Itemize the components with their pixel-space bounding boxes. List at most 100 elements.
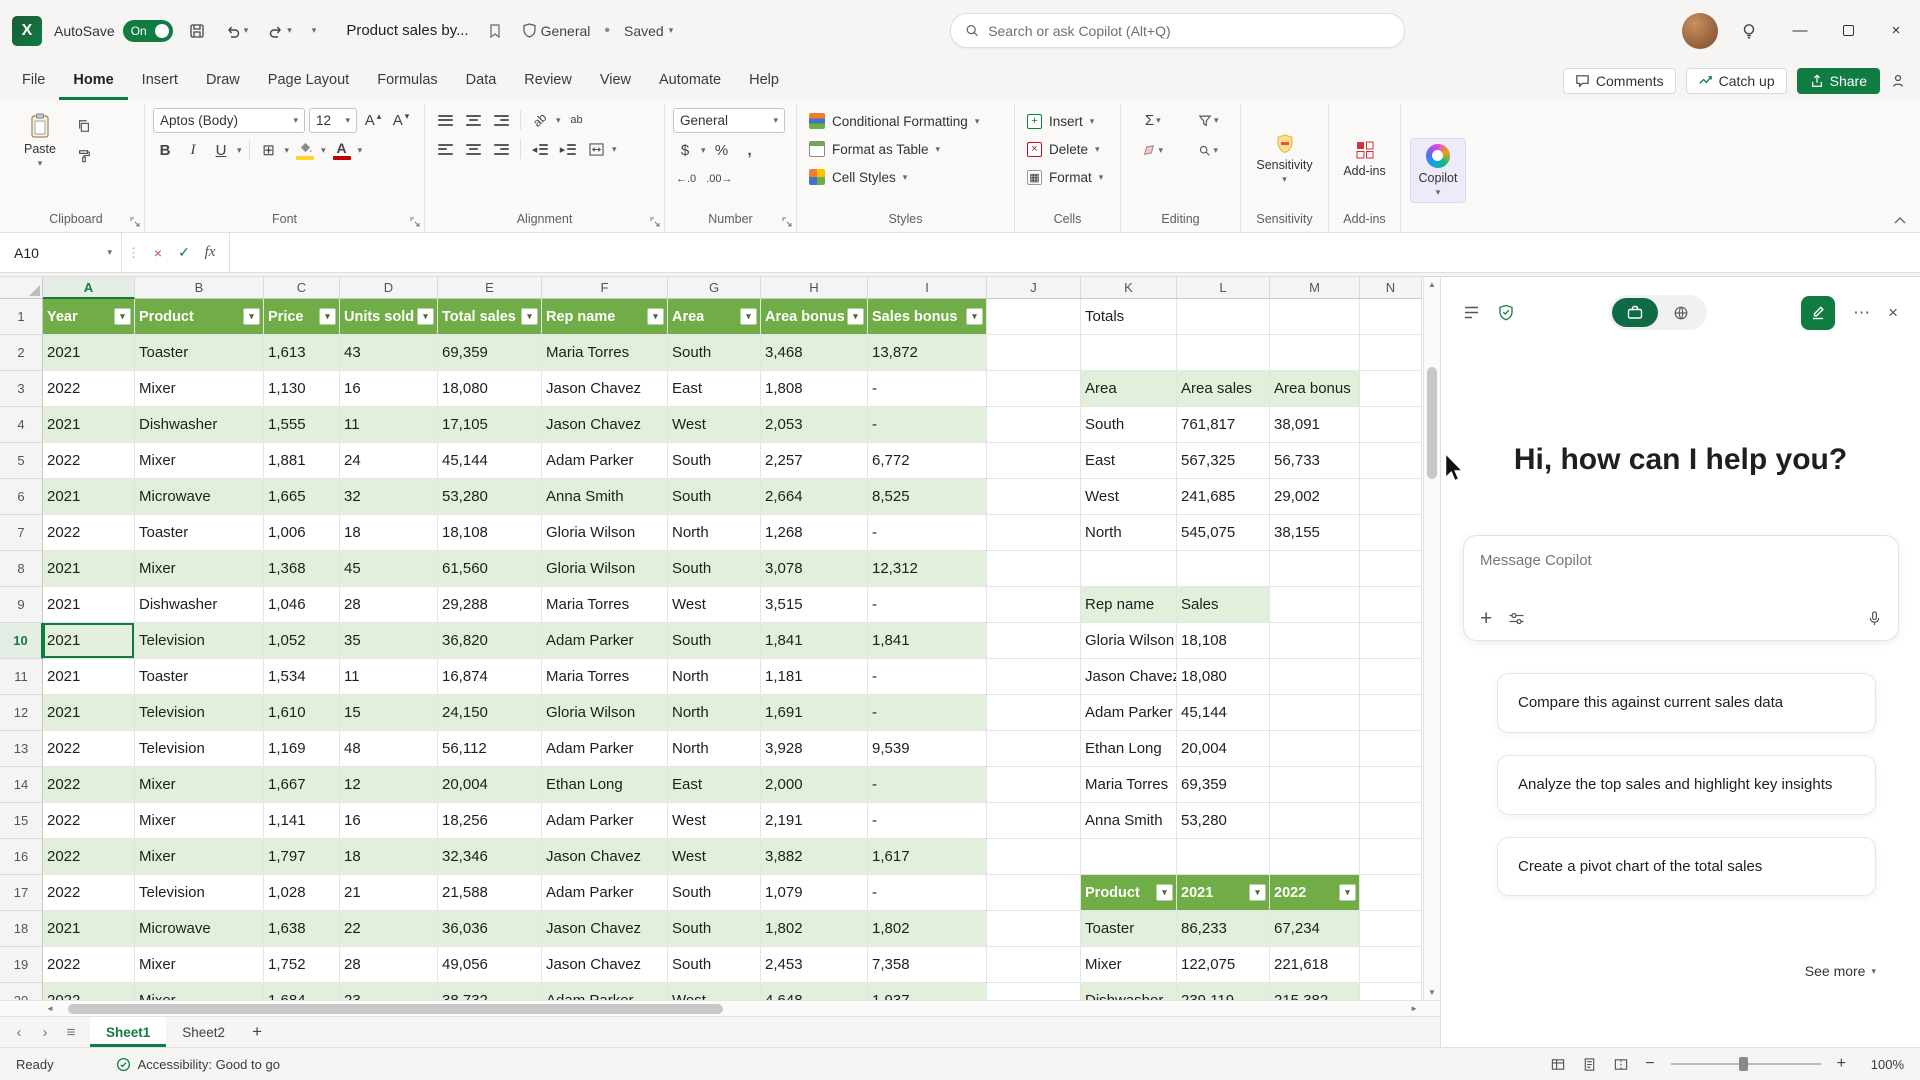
underline-button[interactable]: U — [209, 138, 233, 162]
horizontal-scrollbar-thumb[interactable] — [68, 1004, 723, 1014]
cell-M14[interactable] — [1270, 767, 1360, 803]
cell-D12[interactable]: 15 — [340, 695, 438, 731]
cell-H9[interactable]: 3,515 — [761, 587, 868, 623]
cell-F14[interactable]: Ethan Long — [542, 767, 668, 803]
cell-J8[interactable] — [987, 551, 1081, 587]
cell-D17[interactable]: 21 — [340, 875, 438, 911]
cell-L16[interactable] — [1177, 839, 1270, 875]
see-more-button[interactable]: See more▾ — [1805, 963, 1876, 979]
cell-C12[interactable]: 1,610 — [264, 695, 340, 731]
accounting-format-button[interactable]: $ — [673, 138, 697, 162]
filter-button-H1[interactable]: ▾ — [847, 308, 864, 325]
cell-N11[interactable] — [1360, 659, 1422, 695]
cell-L19[interactable]: 122,075 — [1177, 947, 1270, 983]
cell-B13[interactable]: Television — [135, 731, 264, 767]
ribbon-tab-insert[interactable]: Insert — [128, 61, 192, 100]
cell-L14[interactable]: 69,359 — [1177, 767, 1270, 803]
work-mode-button[interactable] — [1612, 298, 1658, 327]
cell-I20[interactable]: 1,937 — [868, 983, 987, 1000]
cell-G3[interactable]: East — [668, 371, 761, 407]
ribbon-tab-home[interactable]: Home — [59, 61, 127, 100]
cell-H3[interactable]: 1,808 — [761, 371, 868, 407]
column-header-I[interactable]: I — [868, 277, 987, 299]
cell-N12[interactable] — [1360, 695, 1422, 731]
comma-style-button[interactable]: , — [738, 138, 762, 162]
cell-M10[interactable] — [1270, 623, 1360, 659]
cell-G8[interactable]: South — [668, 551, 761, 587]
cell-B4[interactable]: Dishwasher — [135, 407, 264, 443]
cell-K10[interactable]: Gloria Wilson — [1081, 623, 1177, 659]
sheet-nav-right-icon[interactable]: › — [32, 1017, 58, 1047]
row-header-3[interactable]: 3 — [0, 371, 43, 407]
cell-E10[interactable]: 36,820 — [438, 623, 542, 659]
row-header-9[interactable]: 9 — [0, 587, 43, 623]
collapse-ribbon-button[interactable] — [1894, 216, 1906, 224]
font-color-button[interactable]: A — [330, 138, 354, 162]
filter-button-K17[interactable]: ▾ — [1156, 884, 1173, 901]
column-header-M[interactable]: M — [1270, 277, 1360, 299]
cell-J7[interactable] — [987, 515, 1081, 551]
cell-L5[interactable]: 567,325 — [1177, 443, 1270, 479]
cell-F6[interactable]: Anna Smith — [542, 479, 668, 515]
cell-E20[interactable]: 38,732 — [438, 983, 542, 1000]
cell-E14[interactable]: 20,004 — [438, 767, 542, 803]
cell-A20[interactable]: 2022 — [43, 983, 135, 1000]
cell-D16[interactable]: 18 — [340, 839, 438, 875]
cell-D7[interactable]: 18 — [340, 515, 438, 551]
cell-styles-button[interactable]: Cell Styles▾ — [805, 164, 1006, 190]
cell-M12[interactable] — [1270, 695, 1360, 731]
cell-K6[interactable]: West — [1081, 479, 1177, 515]
cell-M18[interactable]: 67,234 — [1270, 911, 1360, 947]
cell-N1[interactable] — [1360, 299, 1422, 335]
column-header-C[interactable]: C — [264, 277, 340, 299]
ribbon-tab-review[interactable]: Review — [510, 61, 586, 100]
cell-B17[interactable]: Television — [135, 875, 264, 911]
cell-F3[interactable]: Jason Chavez — [542, 371, 668, 407]
cell-E13[interactable]: 56,112 — [438, 731, 542, 767]
cell-M5[interactable]: 56,733 — [1270, 443, 1360, 479]
cell-L6[interactable]: 241,685 — [1177, 479, 1270, 515]
copy-button[interactable] — [72, 114, 96, 138]
cell-E6[interactable]: 53,280 — [438, 479, 542, 515]
cell-J6[interactable] — [987, 479, 1081, 515]
cell-L4[interactable]: 761,817 — [1177, 407, 1270, 443]
cell-I4[interactable]: - — [868, 407, 987, 443]
column-header-L[interactable]: L — [1177, 277, 1270, 299]
cell-N8[interactable] — [1360, 551, 1422, 587]
cell-K9[interactable]: Rep name — [1081, 587, 1177, 623]
cell-J13[interactable] — [987, 731, 1081, 767]
cell-J14[interactable] — [987, 767, 1081, 803]
cell-I19[interactable]: 7,358 — [868, 947, 987, 983]
search-box[interactable] — [950, 13, 1405, 48]
increase-decimal-button[interactable]: ←.0 — [673, 167, 699, 191]
addins-button[interactable]: Add-ins — [1335, 134, 1393, 183]
copilot-suggestion-2[interactable]: Analyze the top sales and highlight key … — [1497, 755, 1876, 815]
cell-K5[interactable]: East — [1081, 443, 1177, 479]
cell-N4[interactable] — [1360, 407, 1422, 443]
cell-I9[interactable]: - — [868, 587, 987, 623]
row-header-15[interactable]: 15 — [0, 803, 43, 839]
cell-A1[interactable]: Year▾ — [43, 299, 135, 335]
share-button[interactable]: Share — [1797, 68, 1880, 94]
cell-J1[interactable] — [987, 299, 1081, 335]
ribbon-tab-file[interactable]: File — [8, 61, 59, 100]
cell-F13[interactable]: Adam Parker — [542, 731, 668, 767]
sort-filter-button[interactable]: ▾ — [1185, 108, 1233, 132]
cell-E8[interactable]: 61,560 — [438, 551, 542, 587]
cell-I13[interactable]: 9,539 — [868, 731, 987, 767]
cell-M19[interactable]: 221,618 — [1270, 947, 1360, 983]
cell-L7[interactable]: 545,075 — [1177, 515, 1270, 551]
percent-style-button[interactable]: % — [710, 138, 734, 162]
cell-F10[interactable]: Adam Parker — [542, 623, 668, 659]
cell-C5[interactable]: 1,881 — [264, 443, 340, 479]
cell-M7[interactable]: 38,155 — [1270, 515, 1360, 551]
cell-G7[interactable]: North — [668, 515, 761, 551]
page-break-view-button[interactable] — [1613, 1057, 1629, 1072]
cell-I3[interactable]: - — [868, 371, 987, 407]
filter-button-F1[interactable]: ▾ — [647, 308, 664, 325]
cell-J11[interactable] — [987, 659, 1081, 695]
insert-cells-button[interactable]: +Insert▾ — [1023, 108, 1112, 134]
vertical-scrollbar[interactable]: ▲ ▼ — [1423, 277, 1440, 1000]
ribbon-tab-draw[interactable]: Draw — [192, 61, 254, 100]
filter-button-A1[interactable]: ▾ — [114, 308, 131, 325]
